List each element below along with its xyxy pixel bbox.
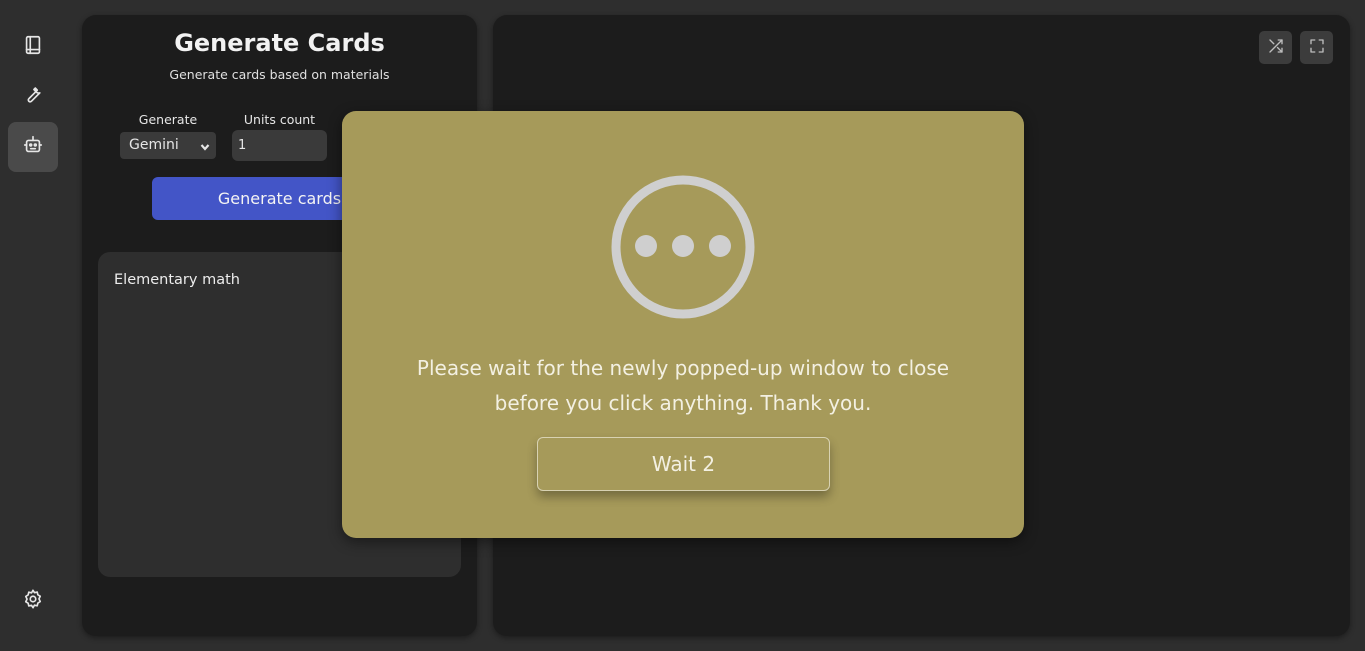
sidebar-item-library[interactable] (8, 22, 58, 72)
more-horizontal-circle-icon (609, 173, 757, 321)
robot-icon (22, 134, 44, 160)
chevron-down-icon (200, 140, 210, 151)
wrench-icon (22, 84, 44, 110)
sidebar-item-tools[interactable] (8, 72, 58, 122)
sidebar (0, 0, 66, 651)
shuffle-button[interactable] (1259, 31, 1292, 64)
units-count-label: Units count (243, 112, 316, 127)
modal-message: Please wait for the newly popped-up wind… (416, 356, 950, 415)
page-subtitle: Generate cards based on materials (169, 67, 390, 82)
generate-model-value: Gemini (129, 137, 179, 153)
units-count-input[interactable]: 1 (232, 130, 327, 161)
generate-model-select[interactable]: Gemini (120, 132, 216, 159)
list-item[interactable]: Elementary math (114, 272, 240, 288)
gear-icon (22, 588, 44, 614)
wait-button[interactable]: Wait 2 (537, 437, 830, 491)
fullscreen-icon (1308, 37, 1326, 59)
book-icon (22, 34, 44, 60)
sidebar-item-settings[interactable] (8, 576, 58, 626)
shuffle-icon (1267, 37, 1285, 59)
sidebar-item-ai-generator[interactable] (8, 122, 58, 172)
page-title: Generate Cards (174, 29, 385, 57)
wait-modal: Please wait for the newly popped-up wind… (342, 111, 1024, 538)
fullscreen-button[interactable] (1300, 31, 1333, 64)
generate-label: Generate (138, 112, 198, 127)
